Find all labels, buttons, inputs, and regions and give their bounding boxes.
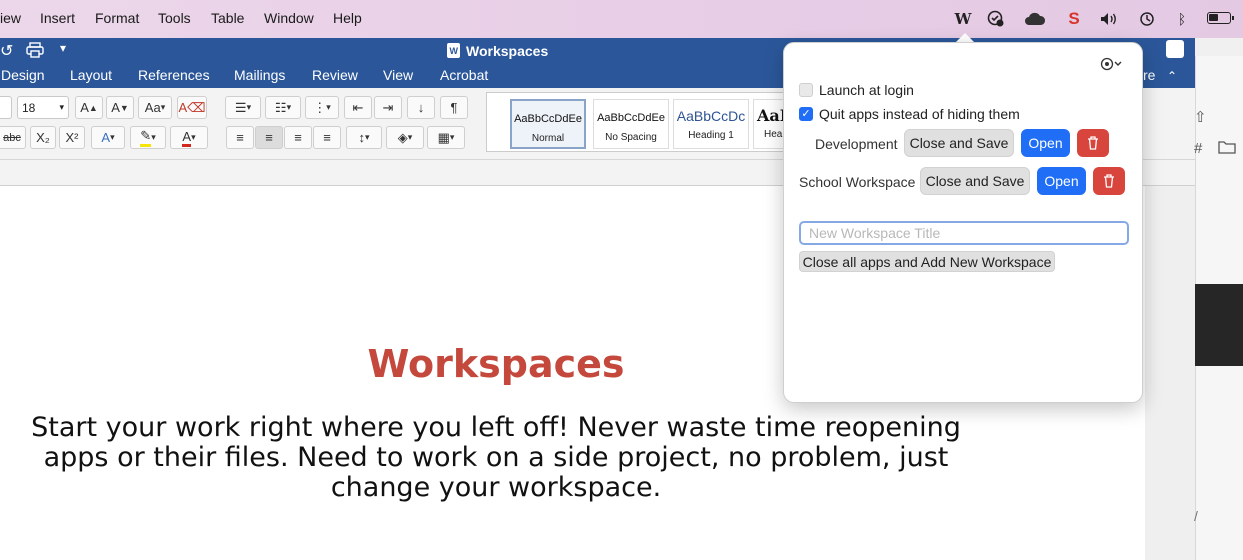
share-label-fragment[interactable]: re <box>1143 67 1155 83</box>
bullets-list-icon[interactable]: ☰ ▾ <box>225 96 261 119</box>
decrease-indent-icon[interactable]: ⇤ <box>344 96 372 119</box>
open-button-development[interactable]: Open <box>1021 129 1070 157</box>
quit-apps-label: Quit apps instead of hiding them <box>819 106 1020 122</box>
volume-icon[interactable] <box>1099 9 1121 29</box>
style-label: Normal <box>531 133 565 144</box>
tab-references[interactable]: References <box>138 67 210 83</box>
numbered-list-icon[interactable]: ☷ ▾ <box>265 96 301 119</box>
font-size-value: 18 <box>22 100 36 115</box>
font-size-dropdown[interactable]: 18 ▾ <box>17 96 69 119</box>
workspaces-popover: Launch at login ✓ Quit apps instead of h… <box>783 42 1143 403</box>
window-title: Workspaces <box>466 43 549 59</box>
print-icon[interactable] <box>26 42 44 63</box>
checkbox-box[interactable] <box>799 83 813 97</box>
delete-button-development[interactable] <box>1077 129 1109 157</box>
document-scroll-gutter <box>1145 186 1195 560</box>
align-center-icon[interactable]: ≡ <box>255 126 283 149</box>
checkmark-shield-icon[interactable] <box>985 9 1007 29</box>
bluetooth-icon[interactable]: ᛒ <box>1171 9 1193 29</box>
styles-gallery: AaBbCcDdEe Normal AaBbCcDdEe No Spacing … <box>486 92 793 152</box>
shrink-font-button[interactable]: A ▼ <box>106 96 134 119</box>
delete-button-school[interactable] <box>1093 167 1125 195</box>
hash-icon: # <box>1194 140 1203 157</box>
time-machine-icon[interactable] <box>1136 9 1158 29</box>
increase-indent-icon[interactable]: ⇥ <box>374 96 402 119</box>
highlight-color-icon[interactable]: ✎ ▾ <box>130 126 166 149</box>
quit-apps-checkbox[interactable]: ✓ Quit apps instead of hiding them <box>799 106 1020 122</box>
menu-format[interactable]: Format <box>95 10 139 26</box>
tab-layout[interactable]: Layout <box>70 67 112 83</box>
svg-text:W: W <box>450 46 459 56</box>
workspaces-app-icon[interactable]: W <box>952 9 974 29</box>
text-effects-icon[interactable]: A ▾ <box>91 126 125 149</box>
battery-icon[interactable] <box>1207 12 1234 24</box>
multilevel-list-icon[interactable]: ⋮ ▾ <box>305 96 339 119</box>
document-body: Start your work right where you left off… <box>31 412 961 503</box>
new-workspace-title-input[interactable] <box>799 221 1129 245</box>
launch-at-login-label: Launch at login <box>819 82 914 98</box>
trash-icon <box>1088 136 1098 150</box>
tab-view[interactable]: View <box>383 67 413 83</box>
font-color-icon[interactable]: A ▾ <box>170 126 208 149</box>
close-and-save-button-school[interactable]: Close and Save <box>920 167 1030 195</box>
style-no-spacing[interactable]: AaBbCcDdEe No Spacing <box>593 99 669 149</box>
style-normal[interactable]: AaBbCcDdEe Normal <box>510 99 586 149</box>
open-button-school[interactable]: Open <box>1037 167 1086 195</box>
settings-gear-icon[interactable] <box>1100 57 1124 75</box>
menu-view[interactable]: iew <box>0 10 21 26</box>
strikethrough-icon[interactable]: abc <box>0 126 26 149</box>
cloud-icon[interactable] <box>1024 9 1046 29</box>
clear-formatting-icon[interactable]: A⌫ <box>177 96 207 119</box>
line-spacing-icon[interactable]: ↕ ▾ <box>346 126 382 149</box>
justify-icon[interactable]: ≡ <box>313 126 341 149</box>
menu-help[interactable]: Help <box>333 10 362 26</box>
tab-mailings[interactable]: Mailings <box>234 67 285 83</box>
collapse-ribbon-icon[interactable]: ⌃ <box>1167 69 1177 83</box>
chevron-down-icon: ▾ <box>59 102 64 112</box>
change-case-button[interactable]: Aa ▾ <box>138 96 172 119</box>
shading-icon[interactable]: ◈ ▾ <box>386 126 424 149</box>
style-sample: AaBbCcDdEe <box>514 113 582 125</box>
undo-icon[interactable]: ↺ <box>0 41 13 61</box>
show-formatting-icon[interactable]: ¶ <box>440 96 468 119</box>
style-label: No Spacing <box>605 132 657 143</box>
style-label: Heading 1 <box>688 130 734 141</box>
menu-table[interactable]: Table <box>211 10 244 26</box>
sort-icon[interactable]: ↓ <box>407 96 435 119</box>
menu-bar: iew Insert Format Tools Table Window Hel… <box>0 0 1243 38</box>
launch-at-login-checkbox[interactable]: Launch at login <box>799 82 914 98</box>
style-heading-1[interactable]: AaBbCcDc Heading 1 <box>673 99 749 149</box>
tab-review[interactable]: Review <box>312 67 358 83</box>
borders-icon[interactable]: ▦ ▾ <box>427 126 465 149</box>
align-left-icon[interactable]: ≡ <box>226 126 254 149</box>
subscript-icon[interactable]: X₂ <box>30 126 56 149</box>
superscript-icon[interactable]: X² <box>59 126 85 149</box>
menu-window[interactable]: Window <box>264 10 314 26</box>
customize-toolbar-icon[interactable]: ▾ <box>60 41 66 55</box>
side-dark-block <box>1195 284 1243 366</box>
share-icon[interactable] <box>1166 40 1184 58</box>
folder-icon[interactable] <box>1218 140 1236 159</box>
s-app-icon[interactable]: S <box>1063 9 1085 29</box>
upload-icon[interactable]: ⇧ <box>1194 108 1207 126</box>
style-heading-2[interactable]: AaB Hea <box>753 99 793 149</box>
style-sample: AaBbCcDdEe <box>597 112 665 124</box>
tab-acrobat[interactable]: Acrobat <box>440 67 488 83</box>
align-right-icon[interactable]: ≡ <box>284 126 312 149</box>
tab-design[interactable]: Design <box>1 67 45 83</box>
word-doc-icon: W <box>447 43 460 63</box>
grow-font-button[interactable]: A ▲ <box>75 96 103 119</box>
slash-mark: / <box>1194 508 1198 524</box>
menu-tools[interactable]: Tools <box>158 10 191 26</box>
workspace-name-school: School Workspace <box>799 174 916 190</box>
font-name-dropdown[interactable] <box>0 96 12 119</box>
checkbox-checked-icon[interactable]: ✓ <box>799 107 813 121</box>
add-new-workspace-button[interactable]: Close all apps and Add New Workspace <box>799 251 1055 272</box>
close-and-save-button-development[interactable]: Close and Save <box>904 129 1014 157</box>
trash-icon <box>1104 174 1114 188</box>
workspace-name-development: Development <box>815 136 898 152</box>
style-sample: AaBbCcDc <box>676 108 746 124</box>
menu-insert[interactable]: Insert <box>40 10 75 26</box>
